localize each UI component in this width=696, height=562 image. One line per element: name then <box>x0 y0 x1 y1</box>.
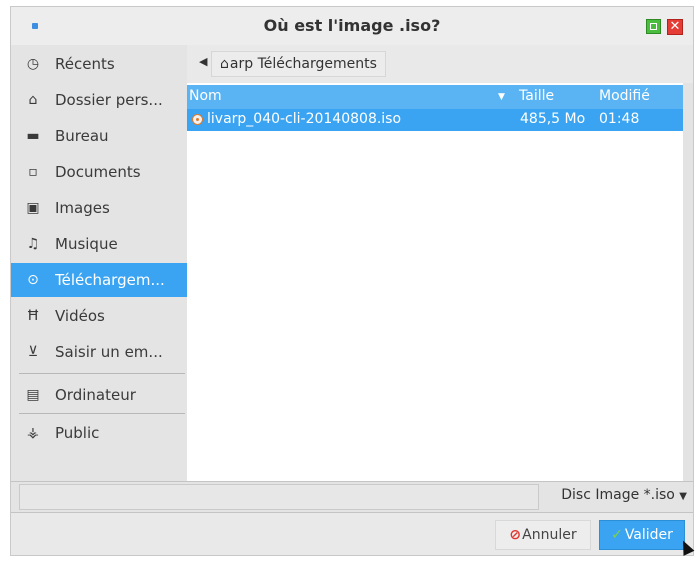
column-header-name[interactable]: Nom <box>189 88 222 104</box>
computer-icon: ▤ <box>26 387 40 403</box>
public-icon: ⚶ <box>27 425 39 441</box>
cancel-button-label: Annuler <box>522 527 577 543</box>
sidebar-item-computer[interactable]: ▤ Ordinateur <box>11 378 187 412</box>
sidebar-separator <box>19 413 185 414</box>
file-size: 485,5 Mo <box>520 111 586 127</box>
sidebar-separator <box>19 373 185 374</box>
column-header-row: Nom ▼ Taille Modifié <box>187 85 683 109</box>
check-icon: ✓ <box>611 527 623 543</box>
file-list[interactable]: Nom ▼ Taille Modifié livarp_040-cli-2014… <box>187 83 683 481</box>
sidebar-item-videos[interactable]: Ħ Vidéos <box>11 299 187 333</box>
sidebar-item-home[interactable]: ⌂ Dossier pers... <box>11 83 187 117</box>
video-icon: Ħ <box>26 308 40 324</box>
sidebar-item-label: Saisir un em... <box>55 343 163 361</box>
path-bar: ◀ ⌂ arp Téléchargements <box>187 45 693 83</box>
home-icon: ⌂ <box>28 92 38 108</box>
file-name: livarp_040-cli-20140808.iso <box>207 111 402 127</box>
music-icon: ♫ <box>26 236 40 252</box>
sidebar-item-label: Récents <box>55 55 115 73</box>
sidebar-item-label: Vidéos <box>55 307 105 325</box>
sidebar-item-network[interactable]: ⊻ Saisir un em... <box>11 335 187 369</box>
column-header-size[interactable]: Taille <box>519 88 554 104</box>
sidebar-item-label: Documents <box>55 163 141 181</box>
close-button[interactable]: ✕ <box>667 19 683 35</box>
sidebar-item-images[interactable]: ▣ Images <box>11 191 187 225</box>
image-icon: ▣ <box>26 200 40 216</box>
clock-icon: ◷ <box>26 56 40 72</box>
cancel-icon: ⊘ <box>509 527 522 543</box>
vertical-scrollbar[interactable] <box>683 83 693 481</box>
sidebar-item-label: Dossier pers... <box>55 91 163 109</box>
column-header-modified[interactable]: Modifié <box>599 88 650 104</box>
sidebar-item-label: Public <box>55 424 100 442</box>
sidebar-item-label: Bureau <box>55 127 109 145</box>
validate-button-label: Valider <box>624 527 673 543</box>
title-bar[interactable]: Où est l'image .iso? ✕ <box>11 7 693 45</box>
sidebar-item-label: Musique <box>55 235 118 253</box>
sidebar-item-documents[interactable]: ▫ Documents <box>11 155 187 189</box>
home-icon: ⌂ <box>220 56 229 72</box>
sidebar-item-public[interactable]: ⚶ Public <box>11 416 187 450</box>
network-icon: ⊻ <box>27 344 39 360</box>
disc-image-icon <box>192 114 203 125</box>
file-type-filter[interactable]: Disc Image *.iso ▼ <box>561 487 687 503</box>
validate-button[interactable]: ✓ Valider <box>599 520 685 550</box>
button-bar: ⊘ Annuler ✓ Valider <box>11 513 693 555</box>
download-icon: ⊙ <box>27 272 39 288</box>
path-back-button[interactable]: ◀ <box>199 55 207 68</box>
sidebar-item-desktop[interactable]: ▬ Bureau <box>11 119 187 153</box>
file-chooser-dialog: Où est l'image .iso? ✕ ◷ Récents ⌂ Dossi… <box>10 6 694 556</box>
cancel-button[interactable]: ⊘ Annuler <box>495 520 591 550</box>
file-row[interactable]: livarp_040-cli-20140808.iso 485,5 Mo 01:… <box>187 109 683 131</box>
location-field[interactable] <box>19 484 539 510</box>
breadcrumb[interactable]: ⌂ arp Téléchargements <box>211 51 386 77</box>
sidebar-item-recents[interactable]: ◷ Récents <box>11 47 187 81</box>
places-sidebar: ◷ Récents ⌂ Dossier pers... ▬ Bureau ▫ D… <box>11 45 187 481</box>
sidebar-item-music[interactable]: ♫ Musique <box>11 227 187 261</box>
sidebar-item-label: Téléchargem... <box>55 271 165 289</box>
folder-icon: ▬ <box>26 128 40 144</box>
file-type-filter-label: Disc Image *.iso <box>561 487 675 503</box>
sidebar-item-label: Images <box>55 199 110 217</box>
sidebar-item-downloads[interactable]: ⊙ Téléchargem... <box>11 263 187 297</box>
window-title: Où est l'image .iso? <box>263 16 441 35</box>
filter-bar: Disc Image *.iso ▼ <box>11 481 693 513</box>
file-modified: 01:48 <box>599 111 640 127</box>
maximize-button[interactable] <box>646 19 661 34</box>
breadcrumb-label: arp Téléchargements <box>229 56 377 72</box>
sidebar-item-label: Ordinateur <box>55 386 136 404</box>
document-icon: ▫ <box>28 164 38 180</box>
sort-arrow-icon: ▼ <box>498 92 505 102</box>
chevron-down-icon: ▼ <box>679 491 687 502</box>
